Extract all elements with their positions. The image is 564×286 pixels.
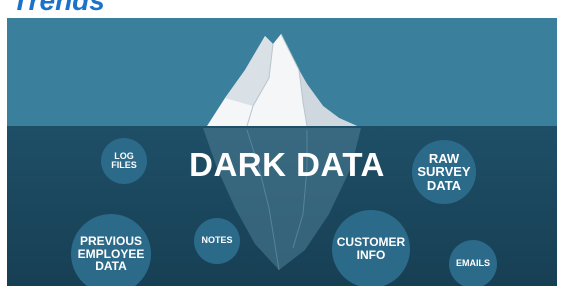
dark-data-title: DARK DATA [189, 146, 385, 183]
customer-info-bubble: CUSTOMER INFO [332, 210, 410, 286]
notes-bubble: NOTES [194, 218, 240, 264]
emails-bubble: EMAILS [449, 240, 497, 286]
page-heading: Trends [12, 0, 105, 16]
dark-data-illustration: DARK DATA LOG FILES RAW SURVEY DATA PREV… [7, 18, 557, 286]
previous-employee-data-bubble: PREVIOUS EMPLOYEE DATA [71, 214, 151, 286]
raw-survey-data-bubble: RAW SURVEY DATA [412, 140, 476, 204]
log-files-bubble: LOG FILES [101, 138, 147, 184]
